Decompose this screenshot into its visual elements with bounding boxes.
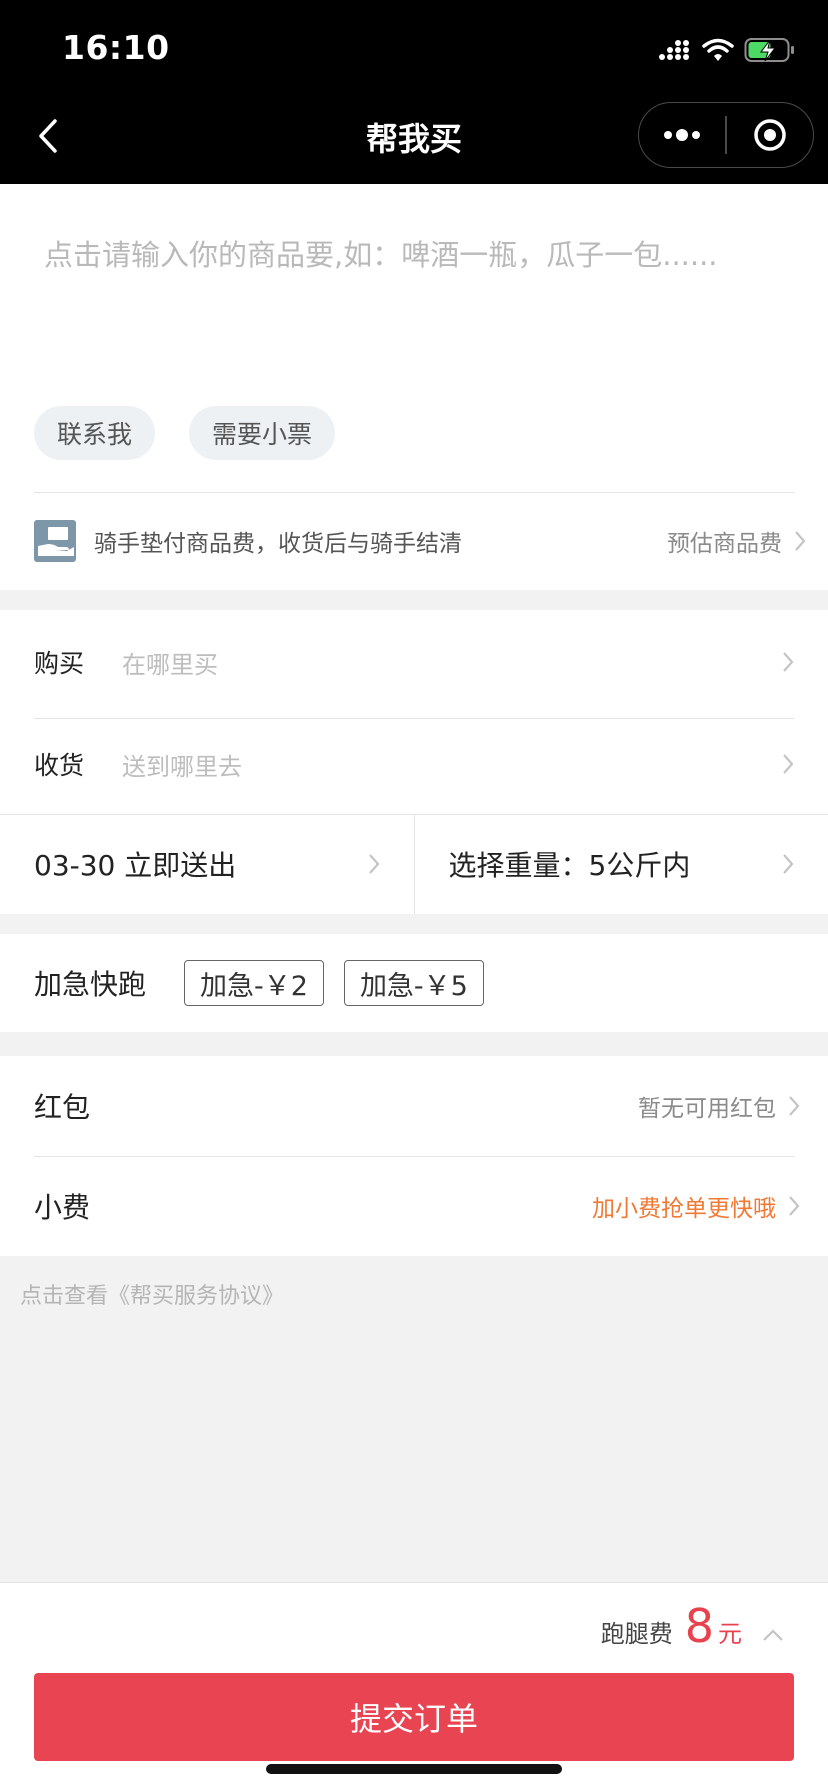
buy-label: 购买	[34, 649, 85, 678]
status-bar: 16:10	[0, 0, 828, 88]
schedule-row: 03-30 立即送出 选择重量：5公斤内	[0, 814, 828, 914]
more-dots-icon	[664, 129, 701, 141]
signal-icon	[659, 40, 689, 60]
status-icons	[658, 33, 796, 67]
fee-label: 跑腿费	[600, 1620, 673, 1648]
chevron-up-icon	[763, 1629, 783, 1641]
receive-label: 收货	[34, 751, 85, 780]
prepay-row[interactable]: 骑手垫付商品费，收货后与骑手结清 预估商品费	[34, 492, 806, 590]
estimate-goods-fee-link[interactable]: 预估商品费	[667, 524, 806, 558]
prepay-description: 骑手垫付商品费，收货后与骑手结清	[94, 531, 462, 557]
urgent-card: 加急快跑 加急-￥2 加急-￥5	[0, 934, 828, 1032]
status-time: 16:10	[62, 28, 170, 67]
fee-amount: 8	[684, 1599, 714, 1653]
goods-description-input[interactable]	[44, 236, 724, 366]
address-card: 购买 在哪里买 收货 送到哪里去 03-30 立即送出 选择重量：5公斤内	[0, 610, 828, 914]
wifi-icon	[702, 38, 734, 61]
tip-label: 小费	[34, 1191, 91, 1224]
tip-row[interactable]: 小费 加小费抢单更快哦	[34, 1156, 800, 1256]
submit-order-button[interactable]: 提交订单	[34, 1673, 794, 1761]
delivery-fee-summary[interactable]: 跑腿费 8 元	[601, 1599, 784, 1653]
buy-location-placeholder: 在哪里买	[122, 650, 218, 679]
chevron-right-icon	[789, 1096, 800, 1116]
chevron-right-icon	[795, 531, 806, 551]
delivery-time-text: 03-30 立即送出	[34, 849, 237, 882]
goods-card: 联系我 需要小票 骑手垫付商品费，收货后与骑手结清 预估商品费	[0, 184, 828, 590]
benefits-card: 红包 暂无可用红包 小费 加小费抢单更快哦	[0, 1056, 828, 1256]
red-packet-row[interactable]: 红包 暂无可用红包	[34, 1056, 800, 1156]
weight-selector[interactable]: 选择重量：5公斤内	[415, 814, 828, 914]
mini-program-capsule	[638, 102, 814, 168]
receive-location-row[interactable]: 收货 送到哪里去	[34, 714, 794, 814]
capsule-close-icon	[754, 119, 786, 151]
chevron-right-icon	[783, 854, 794, 874]
urgent-5-button[interactable]: 加急-￥5	[343, 960, 484, 1006]
battery-charging-icon	[744, 38, 794, 62]
delivery-time-selector[interactable]: 03-30 立即送出	[0, 814, 414, 914]
chevron-right-icon	[783, 754, 794, 774]
red-packet-label: 红包	[34, 1091, 91, 1124]
red-packet-value: 暂无可用红包	[638, 1096, 776, 1122]
goods-option-chips: 联系我 需要小票	[34, 406, 336, 460]
chevron-right-icon	[789, 1196, 800, 1216]
hand-money-icon	[34, 520, 76, 562]
buy-location-row[interactable]: 购买 在哪里买	[34, 612, 794, 712]
home-indicator[interactable]	[266, 1764, 562, 1774]
close-mini-program-button[interactable]	[727, 103, 813, 167]
urgent-label: 加急快跑	[34, 968, 147, 1001]
chevron-right-icon	[783, 652, 794, 672]
bottom-bar: 跑腿费 8 元 提交订单	[0, 1582, 828, 1792]
fee-unit: 元	[718, 1620, 742, 1648]
weight-text: 选择重量：5公斤内	[448, 849, 691, 882]
tip-value: 加小费抢单更快哦	[592, 1196, 776, 1222]
need-receipt-chip[interactable]: 需要小票	[189, 406, 336, 460]
urgent-2-button[interactable]: 加急-￥2	[184, 960, 324, 1006]
chevron-right-icon	[368, 854, 379, 874]
contact-me-chip[interactable]: 联系我	[34, 406, 156, 460]
estimate-goods-fee-label: 预估商品费	[667, 531, 782, 557]
app-screen: 16:10 帮我买 点击请输入你的商品要,如：啤酒一瓶，瓜子一包...... 联…	[0, 0, 828, 1792]
more-button[interactable]	[639, 103, 725, 167]
nav-bar: 帮我买	[0, 88, 828, 184]
service-agreement-link[interactable]: 点击查看《帮买服务协议》	[20, 1278, 284, 1310]
receive-location-placeholder: 送到哪里去	[122, 752, 242, 781]
